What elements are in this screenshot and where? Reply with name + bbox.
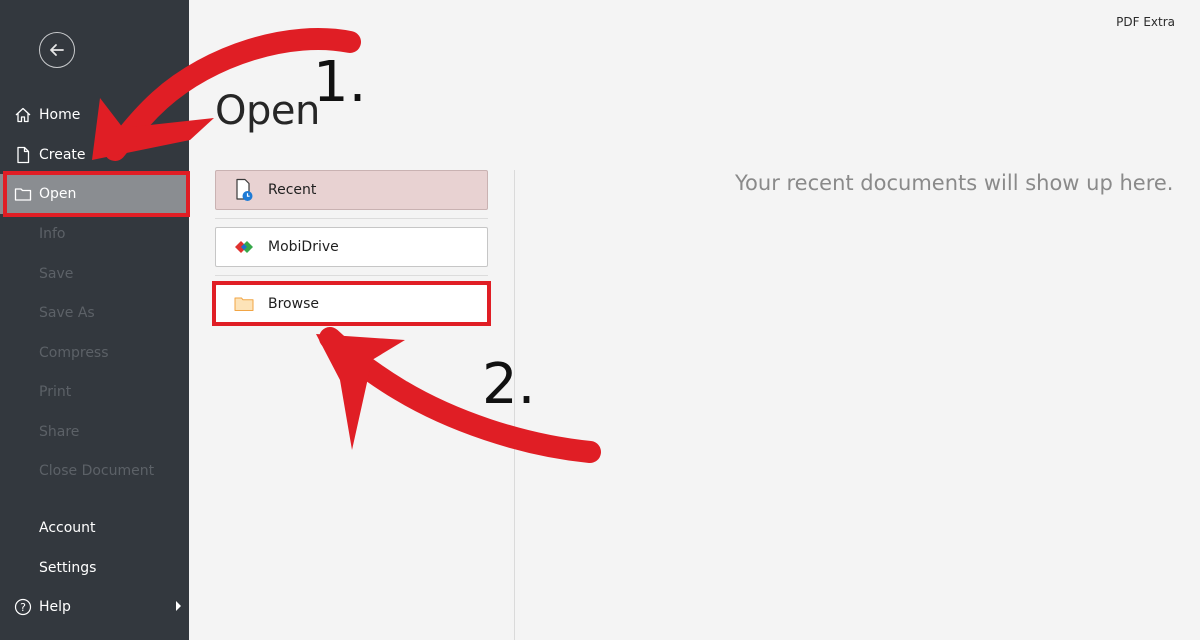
sidebar-item-label: Settings: [39, 560, 97, 576]
page-title: Open: [215, 88, 320, 134]
arrow-left-icon: [50, 44, 64, 56]
divider: [215, 218, 488, 219]
location-mobidrive[interactable]: MobiDrive: [215, 227, 488, 267]
sidebar-item-label: Close Document: [39, 463, 155, 479]
document-icon: [13, 145, 33, 165]
empty-state-message: Your recent documents will show up here.: [735, 171, 1174, 195]
recent-document-icon: [233, 178, 255, 202]
sidebar-item-print[interactable]: Print: [0, 372, 189, 412]
chevron-right-icon: [176, 601, 181, 611]
annotation-arrowhead-2: [316, 334, 405, 450]
home-icon: [13, 105, 33, 125]
location-label: Recent: [268, 182, 317, 198]
sidebar-item-label: Print: [39, 384, 72, 400]
app-name: PDF Extra: [1116, 15, 1175, 29]
sidebar-item-home[interactable]: Home: [0, 95, 189, 135]
annotation-step-1: 1.: [313, 50, 367, 115]
location-label: MobiDrive: [268, 239, 339, 255]
sidebar-item-label: Home: [39, 107, 81, 123]
sidebar-item-save-as[interactable]: Save As: [0, 293, 189, 333]
divider: [215, 275, 488, 276]
sidebar-item-label: Info: [39, 226, 66, 242]
mobidrive-logo-icon: [233, 235, 255, 259]
sidebar-item-share[interactable]: Share: [0, 412, 189, 452]
sidebar-item-info[interactable]: Info: [0, 214, 189, 254]
back-button[interactable]: [39, 32, 75, 68]
annotation-step-2: 2.: [482, 352, 536, 417]
help-icon: ?: [13, 597, 33, 617]
sidebar-item-label: Save As: [39, 305, 95, 321]
sidebar-item-label: Compress: [39, 345, 109, 361]
sidebar: Home Create Open Info Save Save As Compr…: [0, 0, 189, 640]
sidebar-item-compress[interactable]: Compress: [0, 333, 189, 373]
annotation-arrow-2: [319, 327, 601, 463]
location-recent[interactable]: Recent: [215, 170, 488, 210]
annotation-highlight-open: [3, 171, 190, 217]
sidebar-item-settings[interactable]: Settings: [0, 548, 189, 588]
sidebar-item-label: Share: [39, 424, 80, 440]
sidebar-item-create[interactable]: Create: [0, 135, 189, 175]
sidebar-item-label: Save: [39, 266, 74, 282]
sidebar-item-account[interactable]: Account: [0, 508, 189, 548]
annotation-highlight-browse: [212, 281, 491, 326]
sidebar-item-save[interactable]: Save: [0, 254, 189, 294]
sidebar-item-label: Account: [39, 520, 96, 536]
sidebar-item-label: Help: [39, 599, 71, 615]
sidebar-item-close-document[interactable]: Close Document: [0, 451, 189, 491]
sidebar-item-label: Create: [39, 147, 86, 163]
sidebar-item-help[interactable]: ? Help: [0, 587, 189, 627]
svg-text:?: ?: [20, 601, 26, 614]
